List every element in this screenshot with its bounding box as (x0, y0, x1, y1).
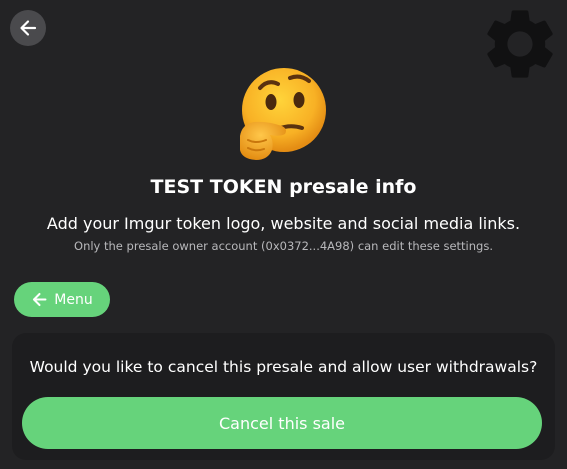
page-title: TEST TOKEN presale info (150, 176, 417, 198)
menu-button-label: Menu (54, 291, 93, 308)
menu-button[interactable]: Menu (14, 282, 110, 317)
arrow-left-icon (33, 292, 47, 307)
gear-icon[interactable] (478, 2, 562, 86)
owner-note: Only the presale owner account (0x0372..… (74, 239, 493, 253)
cancel-sale-button-label: Cancel this sale (219, 413, 345, 433)
thinking-face-emoji (240, 68, 326, 160)
cancel-sale-button[interactable]: Cancel this sale (22, 397, 542, 449)
page-subtitle: Add your Imgur token logo, website and s… (46, 214, 521, 233)
arrow-left-icon (20, 20, 37, 36)
back-button[interactable] (10, 10, 46, 46)
cancel-question: Would you like to cancel this presale an… (29, 358, 538, 376)
cancel-sale-card: Would you like to cancel this presale an… (12, 333, 555, 460)
